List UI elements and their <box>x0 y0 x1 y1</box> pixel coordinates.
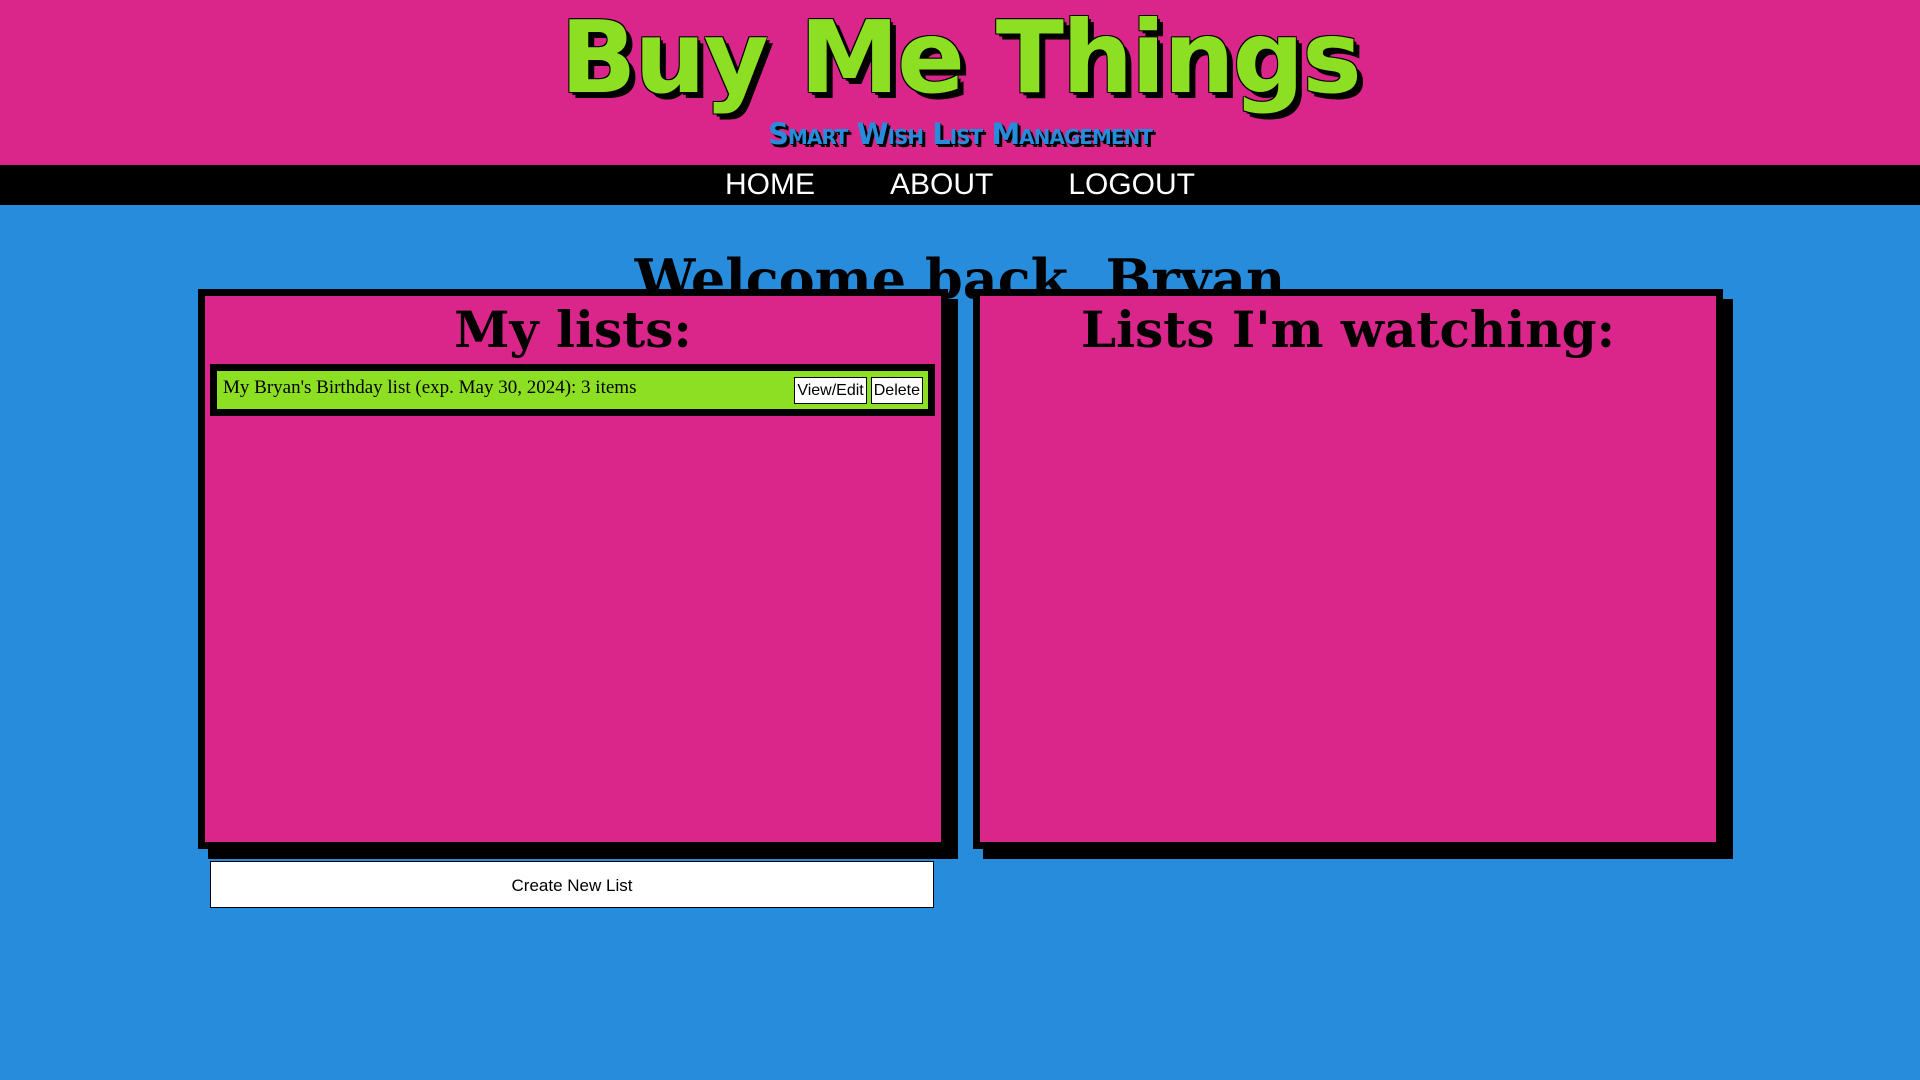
watching-lists-title: Lists I'm watching: <box>1080 300 1616 359</box>
main-navigation: HOME ABOUT LOGOUT <box>0 165 1920 205</box>
view-edit-button[interactable]: View/Edit <box>794 376 867 404</box>
nav-about-link[interactable]: ABOUT <box>890 165 993 205</box>
page: Buy Me Things Smart Wish List Management… <box>0 0 1920 1080</box>
delete-button[interactable]: Delete <box>870 376 923 404</box>
site-title: Buy Me Things <box>560 0 1362 116</box>
nav-logout-link[interactable]: LOGOUT <box>1068 165 1195 205</box>
watching-lists-panel: Lists I'm watching: <box>973 289 1723 849</box>
create-new-list-button[interactable]: Create New List <box>210 861 934 908</box>
list-item-label: My Bryan's Birthday list (exp. May 30, 2… <box>223 377 637 398</box>
list-item-actions: View/Edit Delete <box>794 376 923 404</box>
my-lists-title: My lists: <box>454 300 692 359</box>
my-lists-panel: My lists: My Bryan's Birthday list (exp.… <box>198 289 948 849</box>
site-subtitle: Smart Wish List Management <box>768 117 1153 151</box>
list-item: My Bryan's Birthday list (exp. May 30, 2… <box>210 364 935 416</box>
site-header: Buy Me Things Smart Wish List Management <box>0 0 1920 165</box>
nav-home-link[interactable]: HOME <box>725 165 815 205</box>
